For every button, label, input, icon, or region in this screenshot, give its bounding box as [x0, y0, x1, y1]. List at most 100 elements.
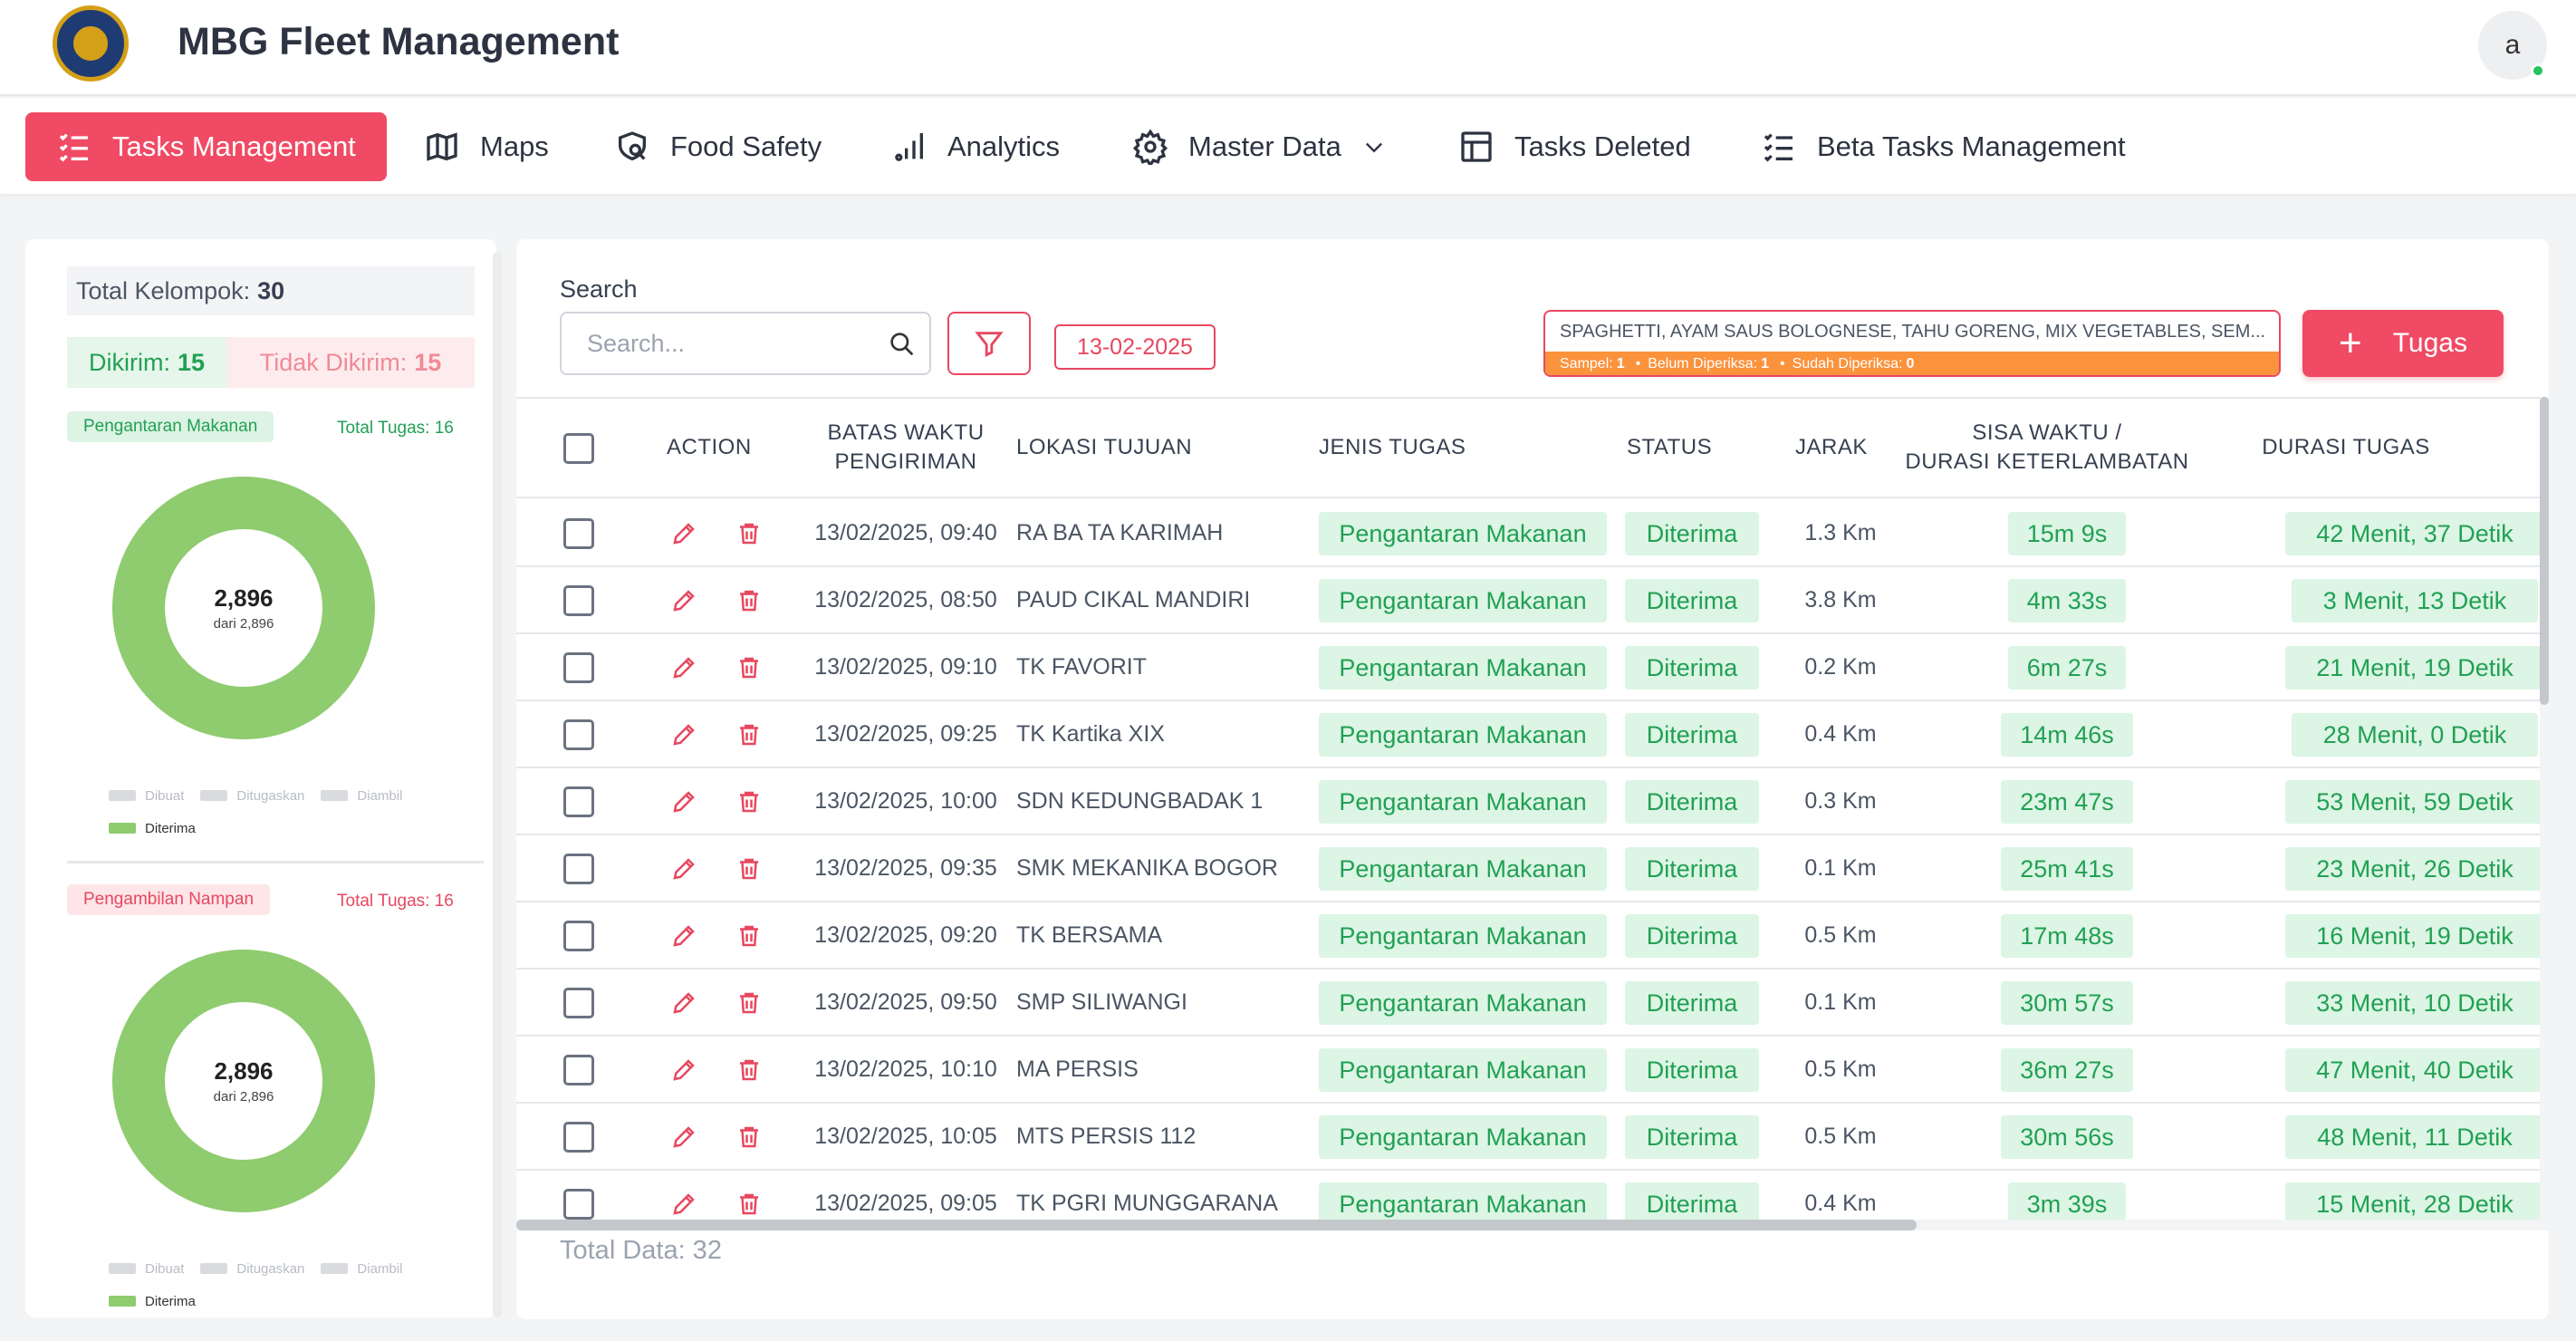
- table-row[interactable]: 13/02/2025, 09:50 SMP SILIWANGI Pengantara…: [516, 970, 2549, 1037]
- edit-icon[interactable]: [670, 1124, 697, 1151]
- legend-item[interactable]: Dibuat: [109, 788, 184, 804]
- header-batas-waktu[interactable]: BATAS WAKTU PENGIRIMAN: [806, 419, 1005, 477]
- belum-diperiksa-label: Belum Diperiksa:: [1648, 356, 1758, 371]
- legend-item[interactable]: Diterima: [109, 821, 196, 836]
- header-jarak[interactable]: JARAK: [1795, 433, 1868, 462]
- jenis-tugas-badge: Pengantaran Makanan: [1319, 512, 1607, 555]
- status-badge: Diterima: [1625, 512, 1759, 555]
- table-row[interactable]: 13/02/2025, 09:20 TK BERSAMA Pengantaran M…: [516, 902, 2549, 970]
- status-badge: Diterima: [1625, 1048, 1759, 1092]
- filter-button[interactable]: [947, 312, 1031, 375]
- jarak-cell: 3.8 Km: [1804, 587, 1877, 613]
- user-avatar[interactable]: a: [2478, 11, 2547, 80]
- menu-sample-box[interactable]: SPAGHETTI, AYAM SAUS BOLOGNESE, TAHU GOR…: [1543, 310, 2281, 377]
- nav-analytics[interactable]: Analytics: [882, 112, 1069, 181]
- edit-icon[interactable]: [670, 788, 697, 815]
- nav-master-data[interactable]: Master Data: [1123, 112, 1396, 181]
- nav-beta-tasks-management[interactable]: Beta Tasks Management: [1752, 112, 2135, 181]
- edit-icon[interactable]: [670, 587, 697, 614]
- legend-item[interactable]: Dibuat: [109, 1261, 184, 1277]
- total-kelompok-value: 30: [257, 276, 285, 304]
- table-row[interactable]: 13/02/2025, 09:40 RA BA TA KARIMAH Pengant…: [516, 500, 2549, 567]
- edit-icon[interactable]: [670, 855, 697, 883]
- row-checkbox[interactable]: [563, 921, 594, 951]
- edit-icon[interactable]: [670, 721, 697, 748]
- app-title: MBG Fleet Management: [178, 20, 620, 63]
- sisa-waktu-badge: 25m 41s: [2001, 847, 2133, 891]
- row-checkbox[interactable]: [563, 652, 594, 683]
- header-sisa-waktu[interactable]: SISA WAKTU / DURASI KETERLAMBATAN: [1902, 419, 2192, 477]
- trash-icon[interactable]: [735, 654, 763, 681]
- table-row[interactable]: 13/02/2025, 08:50 PAUD CIKAL MANDIRI Penga…: [516, 567, 2549, 634]
- trash-icon[interactable]: [735, 989, 763, 1017]
- trash-icon[interactable]: [735, 788, 763, 815]
- trash-icon[interactable]: [735, 1191, 763, 1218]
- batas-waktu-cell: 13/02/2025, 09:05: [814, 1191, 997, 1216]
- nav-maps[interactable]: Maps: [415, 112, 558, 181]
- search-icon[interactable]: [888, 330, 917, 359]
- add-task-button[interactable]: + Tugas: [2302, 310, 2504, 377]
- row-checkbox[interactable]: [563, 719, 594, 750]
- nav-tasks-deleted[interactable]: Tasks Deleted: [1449, 112, 1700, 181]
- trash-icon[interactable]: [735, 1124, 763, 1151]
- select-all-checkbox[interactable]: [563, 433, 594, 464]
- legend-item[interactable]: Ditugaskan: [200, 788, 304, 804]
- legend-item[interactable]: Ditugaskan: [200, 1261, 304, 1277]
- trash-icon[interactable]: [735, 922, 763, 950]
- search-input[interactable]: [560, 312, 931, 375]
- header-durasi[interactable]: DURASI TUGAS: [2237, 433, 2455, 462]
- legend-item[interactable]: Diterima: [109, 1294, 196, 1309]
- scrollbar-thumb[interactable]: [516, 1220, 1917, 1230]
- table-row[interactable]: 13/02/2025, 10:10 MA PERSIS Pengantaran Ma…: [516, 1037, 2549, 1104]
- table-row[interactable]: 13/02/2025, 09:35 SMK MEKANIKA BOGOR Penga…: [516, 835, 2549, 902]
- edit-icon[interactable]: [670, 989, 697, 1017]
- sudah-diperiksa-label: Sudah Diperiksa:: [1792, 356, 1903, 371]
- trash-icon[interactable]: [735, 1056, 763, 1084]
- table-row[interactable]: 13/02/2025, 09:25 TK Kartika XIX Pengantar…: [516, 701, 2549, 768]
- row-checkbox[interactable]: [563, 585, 594, 616]
- jarak-cell: 0.3 Km: [1804, 788, 1877, 814]
- app-logo: [53, 5, 129, 82]
- header-lokasi[interactable]: LOKASI TUJUAN: [1016, 433, 1192, 462]
- table-row[interactable]: 13/02/2025, 09:10 TK FAVORIT Pengantaran M…: [516, 634, 2549, 701]
- row-checkbox[interactable]: [563, 854, 594, 884]
- table-vertical-scrollbar[interactable]: [2540, 397, 2549, 1230]
- edit-icon[interactable]: [670, 922, 697, 950]
- table-row[interactable]: 13/02/2025, 10:00 SDN KEDUNGBADAK 1 Pengan…: [516, 768, 2549, 835]
- edit-icon[interactable]: [670, 520, 697, 547]
- legend-item[interactable]: Diambil: [321, 1261, 402, 1277]
- table-row[interactable]: 13/02/2025, 10:05 MTS PERSIS 112 Pengantar…: [516, 1104, 2549, 1171]
- app-header: MBG Fleet Management a: [0, 0, 2576, 96]
- search-shield-icon: [619, 131, 646, 161]
- status-badge: Diterima: [1625, 1115, 1759, 1159]
- edit-icon[interactable]: [670, 1056, 697, 1084]
- header-jenis[interactable]: JENIS TUGAS: [1319, 433, 1466, 462]
- row-checkbox[interactable]: [563, 1189, 594, 1220]
- scrollbar-thumb[interactable]: [2540, 397, 2549, 705]
- trash-icon[interactable]: [735, 855, 763, 883]
- row-checkbox[interactable]: [563, 786, 594, 817]
- row-checkbox[interactable]: [563, 1122, 594, 1153]
- nav-tasks-management[interactable]: Tasks Management: [25, 112, 387, 181]
- row-checkbox[interactable]: [563, 1055, 594, 1085]
- nav-label: Master Data: [1188, 130, 1341, 162]
- header-status[interactable]: STATUS: [1627, 433, 1712, 462]
- jenis-tugas-badge: Pengantaran Makanan: [1319, 646, 1607, 690]
- lokasi-cell: TK PGRI MUNGGARANA: [1016, 1191, 1278, 1216]
- bar-chart-icon: [895, 133, 923, 161]
- date-picker-button[interactable]: 13-02-2025: [1054, 324, 1216, 370]
- row-checkbox[interactable]: [563, 988, 594, 1018]
- edit-icon[interactable]: [670, 654, 697, 681]
- trash-icon[interactable]: [735, 587, 763, 614]
- map-icon: [427, 132, 457, 161]
- left-panel-scrollbar[interactable]: [493, 252, 502, 1317]
- nav-food-safety[interactable]: Food Safety: [605, 112, 831, 181]
- status-badge: Diterima: [1625, 914, 1759, 958]
- legend-item[interactable]: Diambil: [321, 788, 402, 804]
- edit-icon[interactable]: [670, 1191, 697, 1218]
- trash-icon[interactable]: [735, 721, 763, 748]
- row-checkbox[interactable]: [563, 518, 594, 549]
- table-horizontal-scrollbar[interactable]: [516, 1220, 2549, 1230]
- lokasi-cell: SDN KEDUNGBADAK 1: [1016, 788, 1264, 814]
- trash-icon[interactable]: [735, 520, 763, 547]
